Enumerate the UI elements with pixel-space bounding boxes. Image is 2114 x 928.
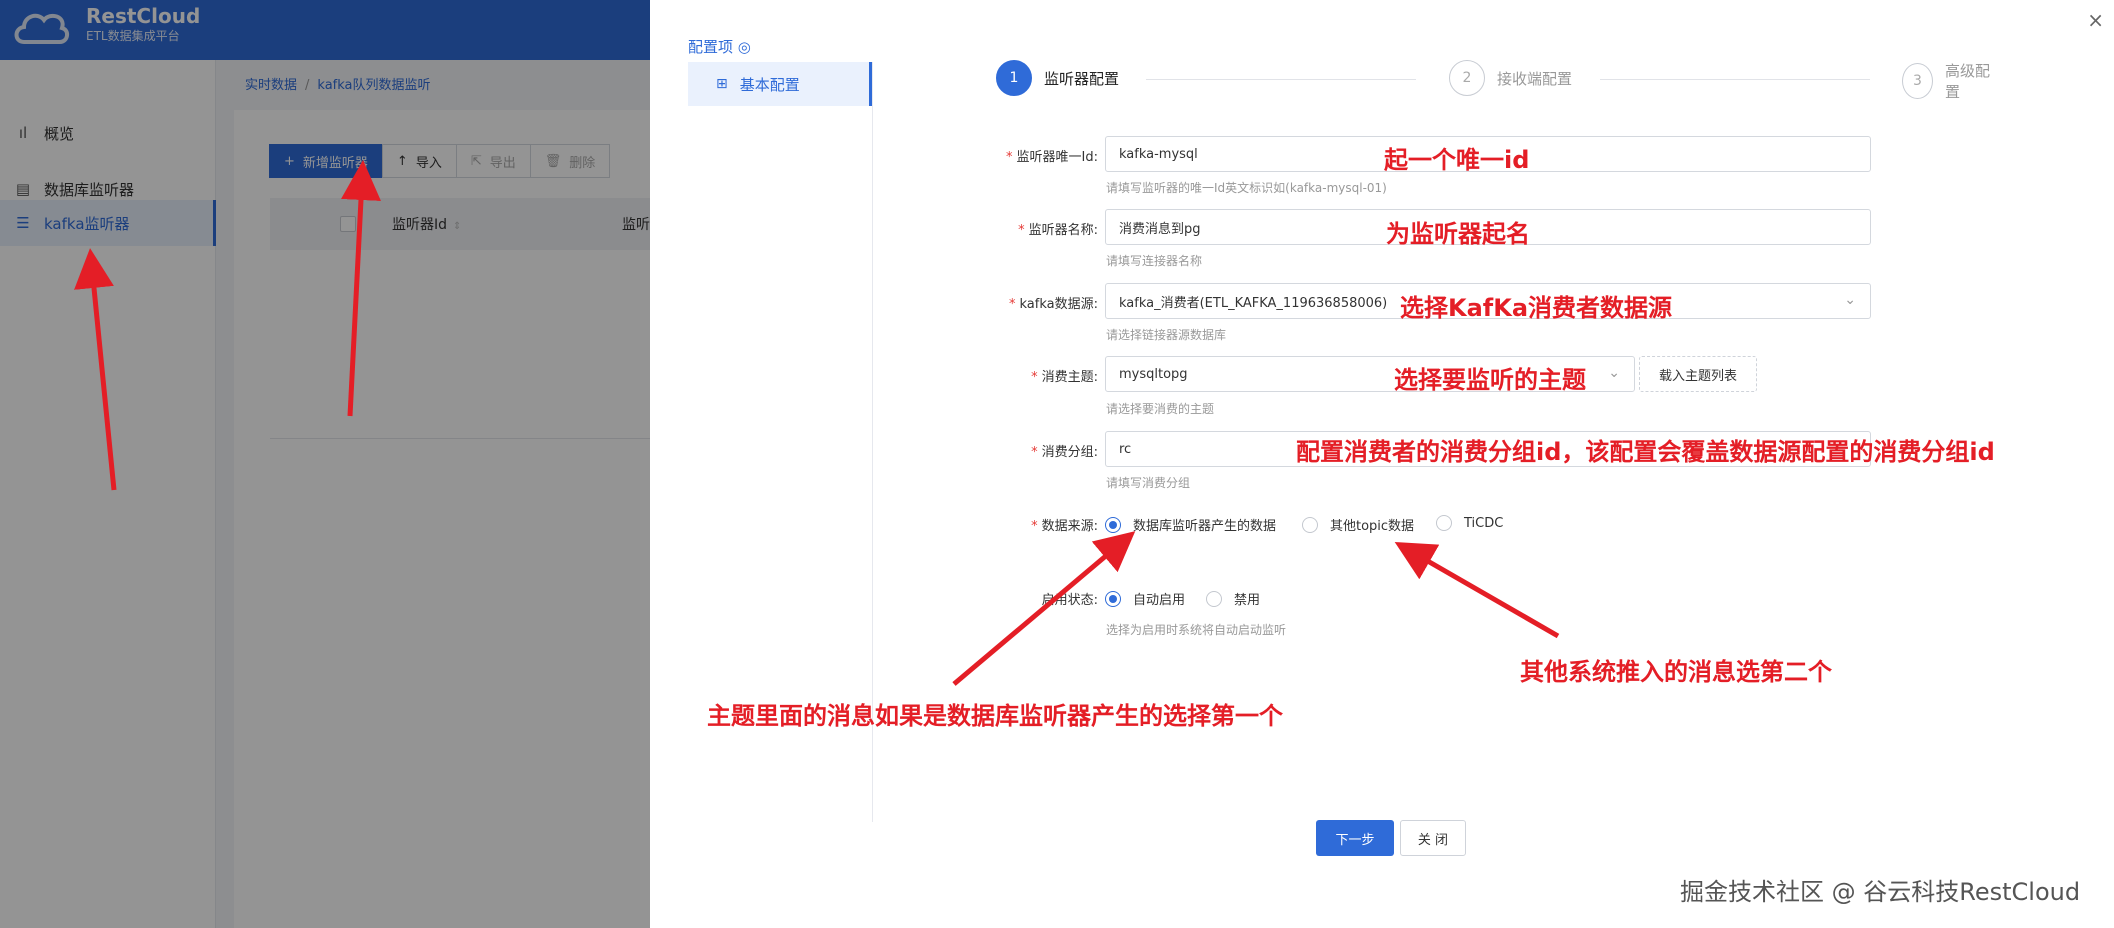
watermark: 掘金技术社区 @ 谷云科技RestCloud (1680, 878, 2081, 906)
step-number: 2 (1449, 60, 1485, 96)
status-hint: 选择为启用时系统将自动启动监听 (1106, 623, 1287, 637)
annotation-second-option: 其他系统推入的消息选第二个 (1520, 658, 1832, 686)
annotation-first-option: 主题里面的消息如果是数据库监听器产生的选择第一个 (707, 702, 1283, 730)
annotation-group: 配置消费者的消费分组id，该配置会覆盖数据源配置的消费分组id (1296, 438, 1995, 466)
radio-disable[interactable]: 禁用 (1206, 589, 1260, 608)
step-listener-config[interactable]: 1 监听器配置 (996, 60, 1119, 96)
radio-dot (1105, 590, 1121, 607)
target-icon: ◎ (737, 38, 751, 56)
close-button[interactable]: 关 闭 (1400, 820, 1466, 856)
radio-ticdc[interactable]: TiCDC (1436, 515, 1503, 531)
config-title-text: 配置项 (688, 38, 734, 56)
radio-dot (1206, 590, 1222, 607)
step-label: 高级配置 (1944, 62, 1990, 101)
step-number: 1 (996, 60, 1032, 96)
annotation-topic: 选择要监听的主题 (1394, 366, 1586, 394)
data-source-label: * 数据来源: (1031, 519, 1098, 534)
chevron-down-icon: ⌄ (1608, 365, 1620, 381)
config-title: 配置项 ◎ (688, 36, 751, 57)
radio-other-topic-data[interactable]: 其他topic数据 (1302, 515, 1414, 534)
annotation-kafka-source: 选择KafKa消费者数据源 (1400, 294, 1673, 322)
close-icon[interactable]: × (2087, 8, 2104, 32)
radio-auto-enable[interactable]: 自动启用 (1105, 589, 1185, 608)
radio-dot (1436, 515, 1452, 531)
menu-item-basic-config[interactable]: ⊞ 基本配置 (688, 62, 872, 106)
status-label: 启用状态: (1041, 593, 1098, 608)
kafka-source-hint: 请选择链接器源数据库 (1106, 328, 1227, 342)
radio-dot (1302, 516, 1318, 533)
annotation-name: 为监听器起名 (1386, 220, 1530, 248)
modal-mask[interactable] (0, 0, 650, 928)
group-label: * 消费分组: (1031, 445, 1098, 460)
kafka-source-label: * kafka数据源: (1009, 297, 1098, 312)
topic-hint: 请选择要消费的主题 (1106, 402, 1215, 416)
radio-dot (1105, 516, 1121, 533)
listener-name-hint: 请填写连接器名称 (1106, 254, 1203, 268)
listener-id-label: * 监听器唯一Id: (1006, 150, 1098, 165)
chevron-down-icon: ⌄ (1844, 292, 1856, 308)
radio-db-listener-data[interactable]: 数据库监听器产生的数据 (1105, 515, 1276, 534)
annotation-unique-id: 起一个唯一id (1384, 146, 1530, 174)
step-receiver-config[interactable]: 2 接收端配置 (1449, 60, 1572, 96)
grid-icon: ⊞ (716, 76, 728, 92)
listener-name-label: * 监听器名称: (1018, 223, 1098, 238)
step-connector (1146, 79, 1416, 80)
step-label: 监听器配置 (1044, 69, 1120, 88)
steps: 1 监听器配置 2 接收端配置 3 高级配置 (996, 60, 1996, 102)
topic-label: * 消费主题: (1031, 370, 1098, 385)
step-label: 接收端配置 (1497, 69, 1573, 88)
step-number: 3 (1902, 63, 1933, 99)
group-hint: 请填写消费分组 (1106, 476, 1191, 490)
step-advanced-config[interactable]: 3 高级配置 (1902, 60, 1996, 102)
step-connector (1600, 79, 1870, 80)
menu-item-label: 基本配置 (739, 75, 800, 94)
next-step-button[interactable]: 下一步 (1316, 820, 1394, 856)
listener-id-hint: 请填写监听器的唯一Id英文标识如(kafka-mysql-01) (1106, 181, 1387, 195)
load-topics-button[interactable]: 载入主题列表 (1639, 356, 1757, 392)
